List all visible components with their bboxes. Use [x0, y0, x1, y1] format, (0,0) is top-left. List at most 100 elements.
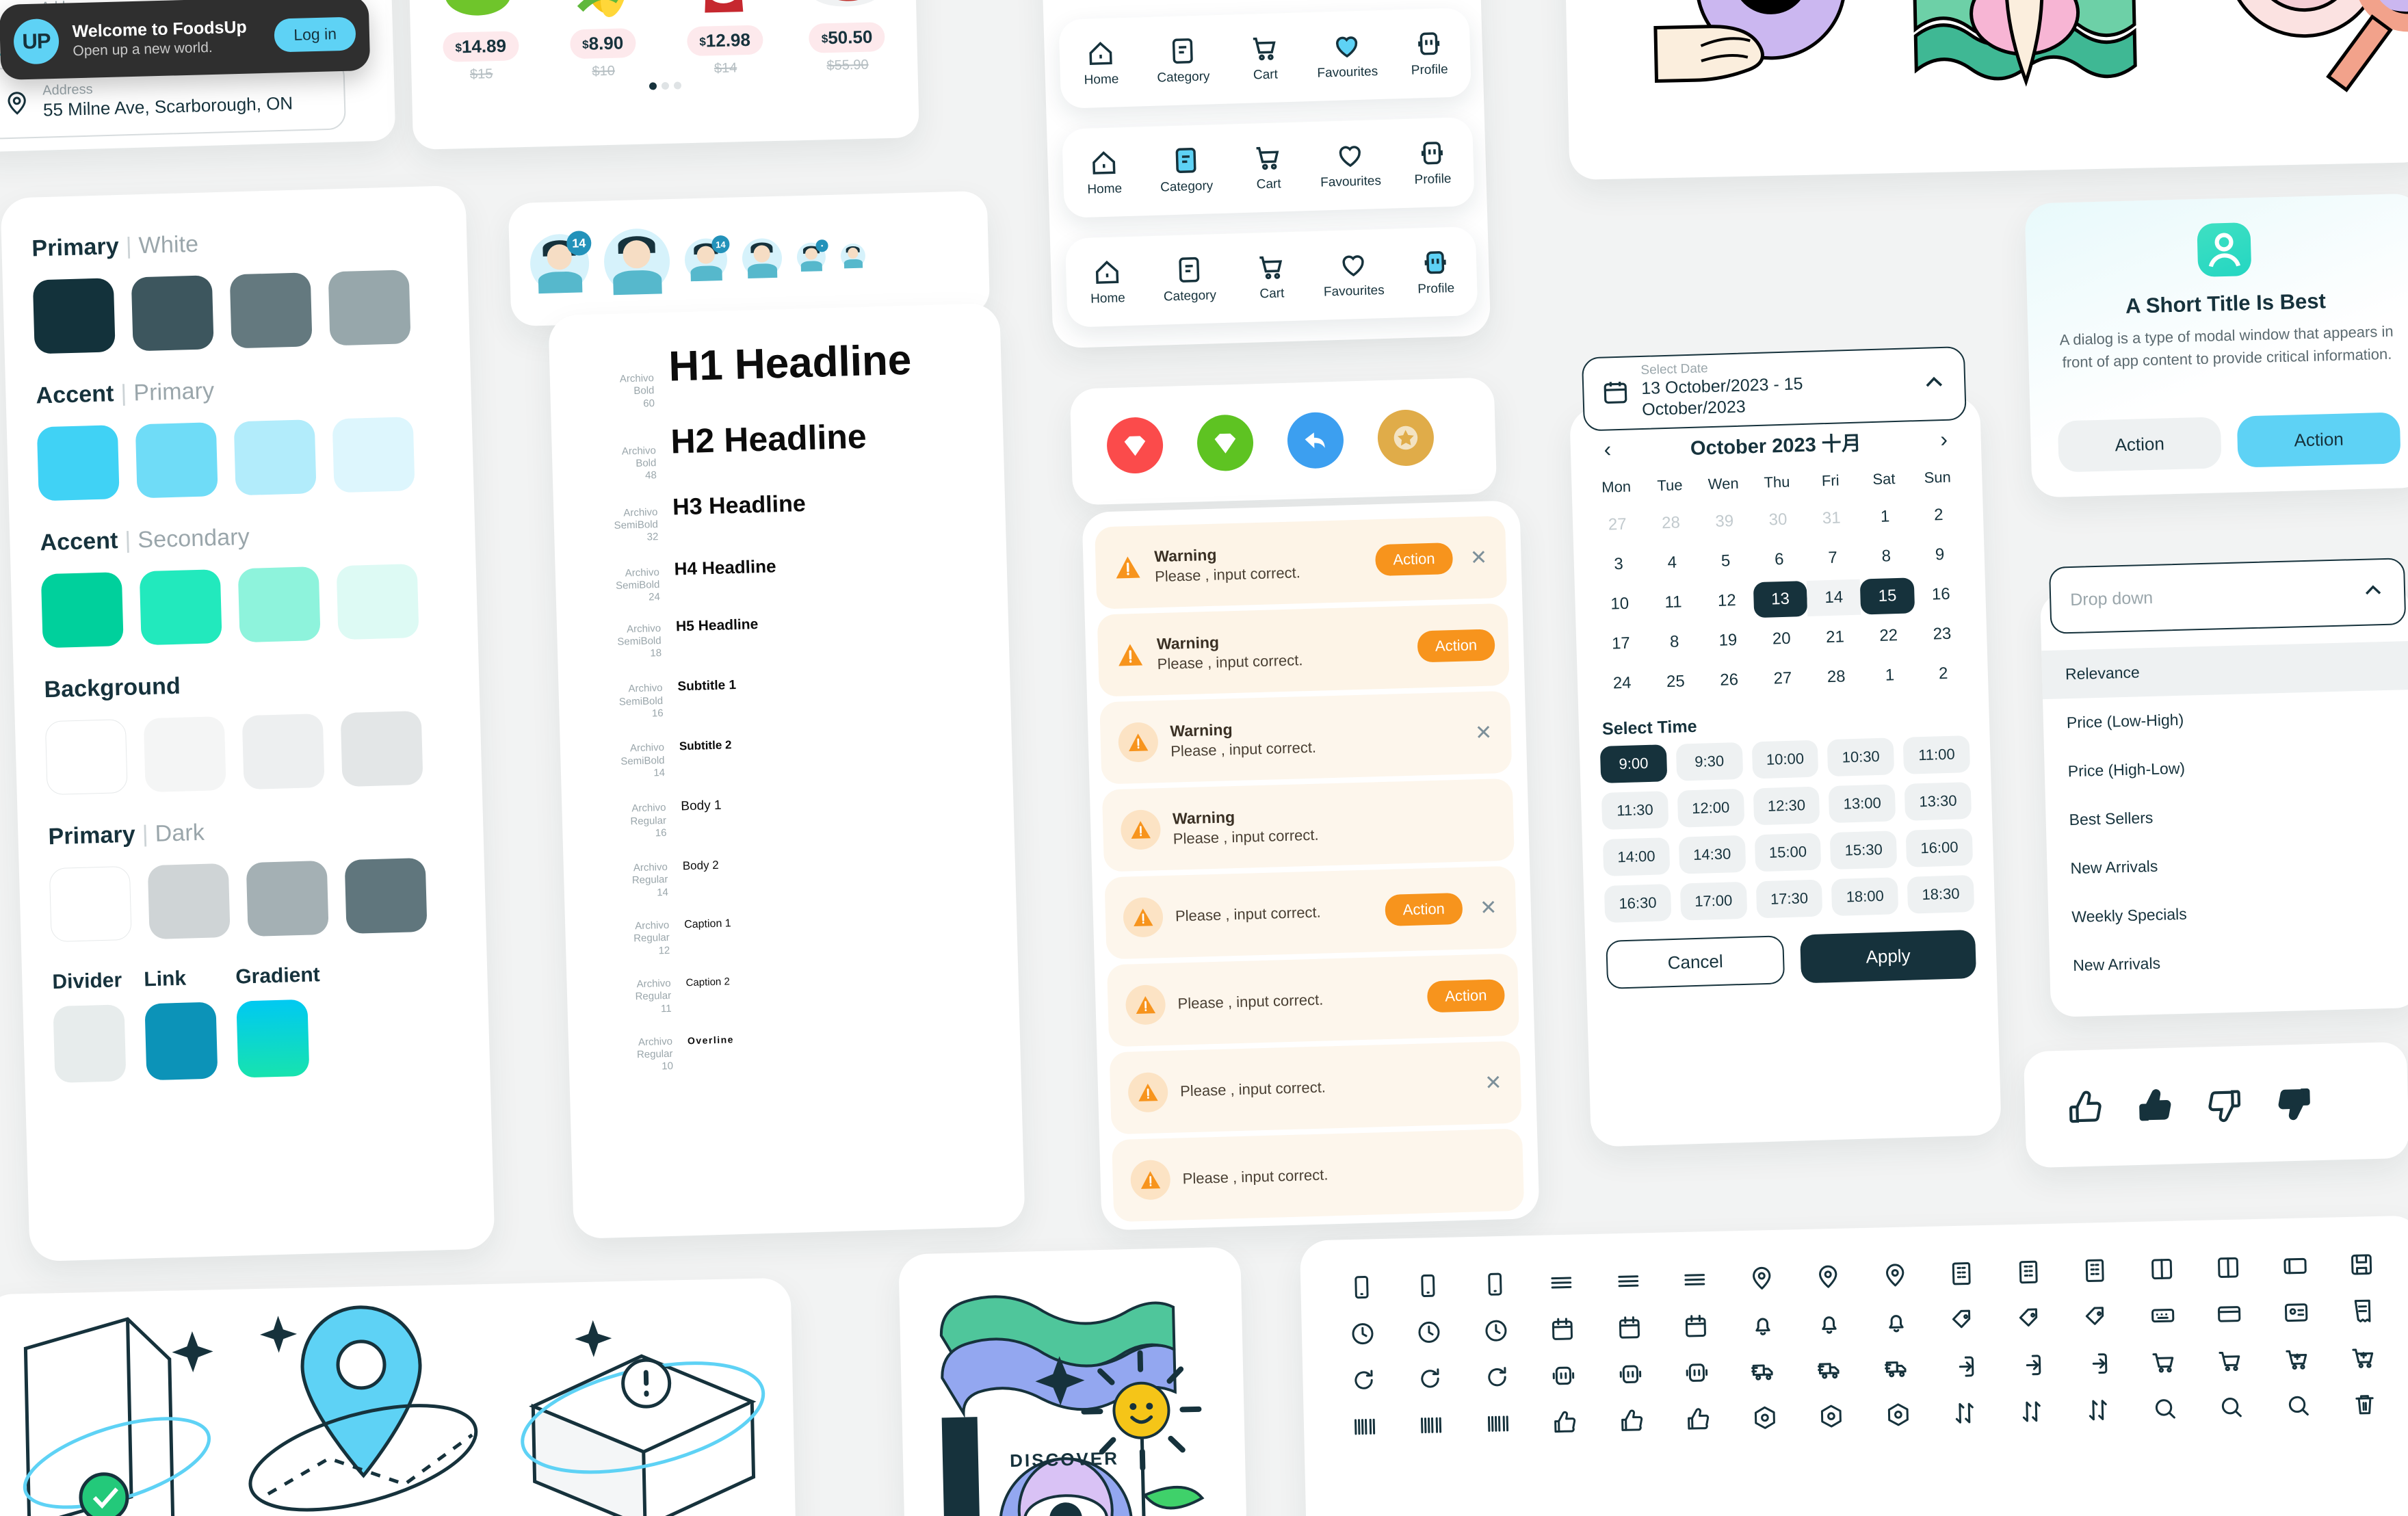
robot-icon[interactable]: [1663, 1358, 1730, 1387]
product-card[interactable]: $12.98 $14: [665, 0, 784, 78]
chevron-right-icon[interactable]: ›: [1930, 426, 1958, 452]
product-card[interactable]: $14.89 $15: [421, 0, 540, 84]
time-slot[interactable]: 10:00: [1751, 740, 1819, 779]
close-icon[interactable]: ✕: [1479, 1069, 1507, 1097]
menu-icon[interactable]: [1595, 1267, 1662, 1296]
nav-item-favourites[interactable]: Favourites: [1318, 249, 1390, 300]
calendar-day[interactable]: 3: [1591, 546, 1646, 583]
calendar-day[interactable]: 15: [1860, 577, 1915, 615]
barcode-icon[interactable]: [1331, 1412, 1398, 1441]
menu-icon[interactable]: [1661, 1265, 1728, 1294]
dropdown-option[interactable]: Weekly Specials: [2047, 884, 2408, 942]
nav-item-profile[interactable]: Profile: [1396, 137, 1469, 188]
color-swatch[interactable]: [40, 572, 124, 649]
avatar[interactable]: •: [796, 239, 828, 272]
target-icon[interactable]: [1731, 1403, 1798, 1432]
target-icon[interactable]: [1864, 1400, 1931, 1429]
time-slot[interactable]: 18:30: [1907, 874, 1975, 914]
close-icon[interactable]: ✕: [1469, 718, 1497, 746]
calendar-day[interactable]: 31: [1804, 500, 1859, 537]
thumb-dollar-icon[interactable]: [1664, 1404, 1731, 1433]
calendar-day[interactable]: 10: [1593, 586, 1647, 623]
calendar-day[interactable]: 28: [1809, 659, 1863, 696]
dropdown-option[interactable]: New Arrivals: [2047, 835, 2408, 893]
nav-item-cart[interactable]: Cart: [1232, 142, 1305, 193]
truck-icon[interactable]: [1730, 1357, 1797, 1385]
nav-item-category[interactable]: Category: [1150, 144, 1222, 196]
save-icon[interactable]: [2328, 1250, 2395, 1279]
avatar[interactable]: [840, 243, 866, 269]
keyboard-icon[interactable]: [2129, 1301, 2196, 1330]
calendar-day[interactable]: 25: [1649, 664, 1703, 701]
dialog-secondary-action[interactable]: Action: [2057, 417, 2222, 473]
tag-icon[interactable]: [2063, 1303, 2130, 1331]
calendar-day[interactable]: 1: [1863, 657, 1918, 694]
pager-dot[interactable]: [661, 81, 669, 90]
color-swatch[interactable]: [139, 569, 222, 646]
avatar[interactable]: 14: [684, 235, 730, 282]
search-icon[interactable]: [2198, 1393, 2265, 1422]
nav-item-home[interactable]: Home: [1064, 38, 1137, 89]
location-pin-icon[interactable]: [1861, 1261, 1928, 1290]
search-icon[interactable]: [2264, 1391, 2331, 1420]
book-icon[interactable]: [2195, 1253, 2262, 1282]
calendar-day[interactable]: 16: [1913, 576, 1968, 613]
color-swatch[interactable]: [131, 275, 214, 352]
avatar[interactable]: [603, 228, 671, 296]
book-icon[interactable]: [2128, 1255, 2195, 1283]
time-slot[interactable]: 14:30: [1678, 835, 1746, 874]
time-slot[interactable]: 18:00: [1831, 877, 1899, 917]
cancel-button[interactable]: Cancel: [1606, 935, 1785, 989]
time-slot[interactable]: 9:00: [1599, 744, 1668, 784]
calendar-day[interactable]: 2: [1911, 497, 1966, 534]
time-slot[interactable]: 12:30: [1753, 786, 1820, 826]
time-slot[interactable]: 15:30: [1830, 831, 1898, 870]
thumb-up-solid-icon[interactable]: [2135, 1087, 2174, 1126]
calendar-day[interactable]: 27: [1590, 506, 1645, 543]
time-slot[interactable]: 10:30: [1827, 737, 1895, 777]
calendar-day[interactable]: 22: [1861, 617, 1916, 654]
calendar-day[interactable]: 27: [1755, 660, 1810, 697]
time-slot[interactable]: 16:30: [1604, 884, 1672, 923]
avatar[interactable]: [742, 237, 783, 279]
calendar-day[interactable]: 7: [1805, 540, 1860, 577]
time-slot[interactable]: 13:00: [1829, 784, 1896, 824]
color-swatch[interactable]: [147, 863, 231, 940]
alert-action-button[interactable]: Action: [1385, 892, 1463, 926]
calendar-day[interactable]: 5: [1699, 543, 1753, 579]
exit-icon[interactable]: [1930, 1352, 1997, 1381]
calendar-day[interactable]: 24: [1595, 665, 1649, 702]
calendar-day[interactable]: 12: [1699, 582, 1754, 619]
robot-icon[interactable]: [1530, 1361, 1597, 1390]
nav-item-category[interactable]: Category: [1153, 254, 1226, 305]
dropdown-option[interactable]: Best Sellers: [2045, 787, 2408, 845]
chevron-up-icon[interactable]: [1922, 369, 1947, 398]
calendar-day[interactable]: 21: [1808, 619, 1863, 656]
calendar-grid[interactable]: Mon Tue Wen Thu Fri Sat Sun 27 28 39 30 31 1 2 3 4 5 6 7 8 9…: [1571, 456, 1989, 703]
calendar-day[interactable]: 28: [1644, 505, 1699, 542]
color-swatch[interactable]: [340, 710, 423, 787]
clock-icon[interactable]: [1396, 1318, 1463, 1346]
color-swatch[interactable]: [229, 272, 313, 349]
barcode-icon[interactable]: [1465, 1409, 1532, 1438]
thumb-dollar-icon[interactable]: [1531, 1408, 1598, 1437]
time-slot-grid[interactable]: 9:00 9:30 10:00 10:30 11:00 11:30 12:00 12:30 13…: [1580, 735, 1995, 924]
dropdown-option[interactable]: New Arrivals: [2049, 932, 2408, 991]
chevron-left-icon[interactable]: ‹: [1593, 436, 1621, 462]
color-swatch[interactable]: [143, 716, 226, 793]
color-swatch[interactable]: [49, 865, 132, 943]
calendar-day[interactable]: 1: [1858, 498, 1913, 535]
product-card[interactable]: $8.90 $10: [542, 0, 662, 81]
color-swatch[interactable]: [53, 1004, 127, 1084]
tag-icon[interactable]: [1929, 1306, 1996, 1335]
color-swatch[interactable]: [233, 419, 317, 496]
alert-action-button[interactable]: Action: [1374, 543, 1454, 577]
calendar-day[interactable]: 23: [1915, 616, 1969, 653]
dialog-primary-action[interactable]: Action: [2236, 412, 2401, 468]
phone-icon[interactable]: [1394, 1271, 1461, 1300]
clock-icon[interactable]: [1462, 1316, 1529, 1345]
calendar-day[interactable]: 8: [1647, 624, 1702, 661]
shield-s-badge-red[interactable]: [1105, 416, 1164, 475]
barcode-icon[interactable]: [1398, 1411, 1465, 1439]
refresh-icon[interactable]: [1463, 1363, 1530, 1391]
